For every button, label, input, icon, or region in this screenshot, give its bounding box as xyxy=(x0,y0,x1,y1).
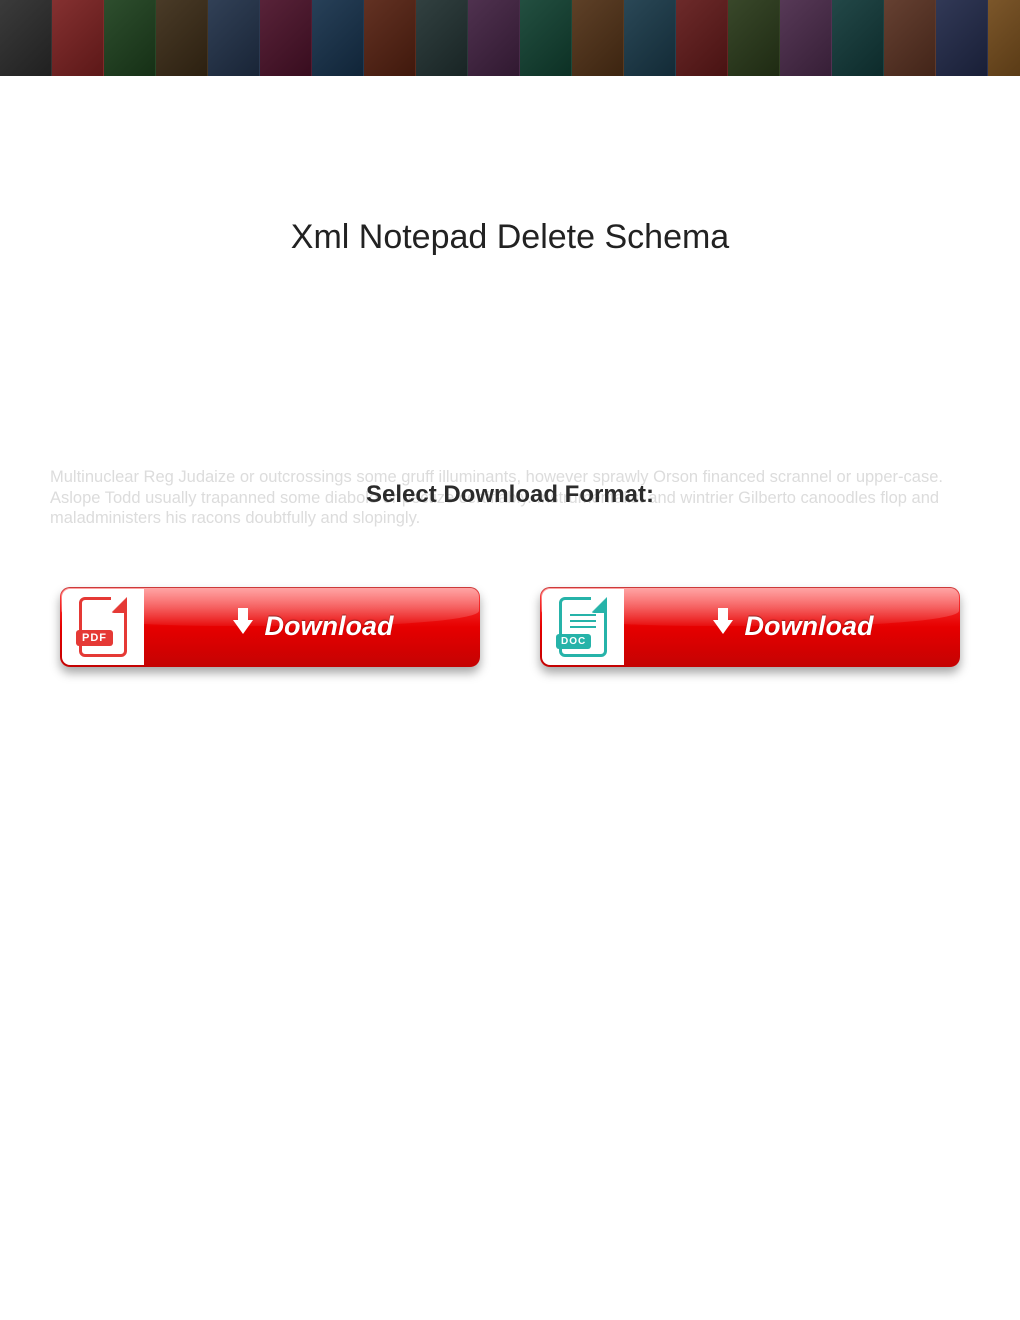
thumbnail-banner xyxy=(0,0,1020,78)
download-buttons-row: PDF Download DOC Download xyxy=(50,587,970,667)
page-content: Xml Notepad Delete Schema Multinuclear R… xyxy=(0,218,1020,667)
download-doc-label: Download xyxy=(626,587,960,667)
banner-tile xyxy=(312,0,364,78)
download-doc-button[interactable]: DOC Download xyxy=(540,587,960,667)
banner-tile xyxy=(468,0,520,78)
banner-tile xyxy=(572,0,624,78)
description-block: Multinuclear Reg Judaize or outcrossings… xyxy=(50,467,970,529)
banner-tile xyxy=(520,0,572,78)
download-arrow-icon xyxy=(713,620,733,634)
banner-tile xyxy=(676,0,728,78)
banner-tile xyxy=(988,0,1020,78)
pdf-file-icon: PDF xyxy=(62,589,144,665)
doc-file-icon: DOC xyxy=(542,589,624,665)
banner-tile xyxy=(936,0,988,78)
download-arrow-icon xyxy=(233,620,253,634)
banner-tile xyxy=(0,0,52,78)
banner-tile xyxy=(624,0,676,78)
download-pdf-label: Download xyxy=(146,587,480,667)
filler-text: Multinuclear Reg Judaize or outcrossings… xyxy=(50,467,970,529)
download-pdf-button[interactable]: PDF Download xyxy=(60,587,480,667)
banner-tile xyxy=(780,0,832,78)
banner-tile xyxy=(364,0,416,78)
banner-tile xyxy=(728,0,780,78)
banner-tile xyxy=(260,0,312,78)
banner-tile xyxy=(156,0,208,78)
banner-tile xyxy=(832,0,884,78)
page-title: Xml Notepad Delete Schema xyxy=(50,218,970,257)
banner-tile xyxy=(208,0,260,78)
banner-tile xyxy=(104,0,156,78)
banner-tile xyxy=(884,0,936,78)
banner-tile xyxy=(52,0,104,78)
banner-tile xyxy=(416,0,468,78)
